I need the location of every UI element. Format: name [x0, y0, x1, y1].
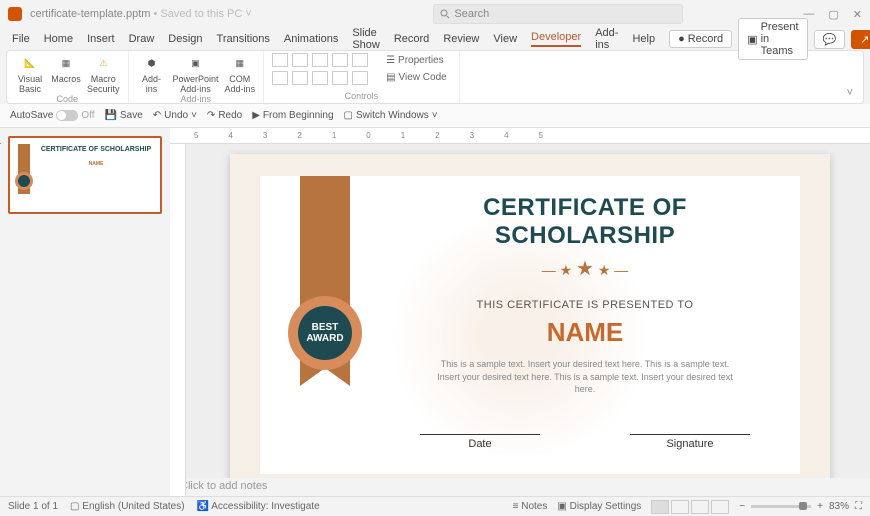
- switch-windows-button[interactable]: ▢ Switch Windows ˅: [344, 110, 438, 121]
- horizontal-ruler: 54321012345: [170, 128, 870, 144]
- tab-design[interactable]: Design: [168, 33, 202, 45]
- tab-record[interactable]: Record: [394, 33, 429, 45]
- tab-addins[interactable]: Add-ins: [595, 27, 618, 51]
- zoom-control[interactable]: − + 83% ⛶: [739, 501, 862, 512]
- ribbon-badge: BESTAWARD: [290, 176, 360, 386]
- view-buttons[interactable]: [651, 500, 729, 514]
- ppt-addins-icon: ▣: [186, 53, 206, 73]
- slide[interactable]: BESTAWARD CERTIFICATE OF SCHOLARSHIP — ★…: [230, 154, 830, 478]
- macro-security-button[interactable]: ⚠Macro Security: [87, 53, 120, 94]
- tab-draw[interactable]: Draw: [129, 33, 155, 45]
- tab-slideshow[interactable]: Slide Show: [352, 27, 380, 51]
- app-icon: [8, 7, 22, 21]
- com-addins-icon: ▦: [230, 53, 250, 73]
- from-beginning-button[interactable]: ▶ From Beginning: [252, 110, 333, 121]
- addins-button[interactable]: ⬢Add- ins: [137, 53, 167, 94]
- undo-button[interactable]: ↶ Undo ˅: [153, 110, 197, 121]
- notes-pane[interactable]: Click to add notes: [170, 478, 870, 496]
- redo-button[interactable]: ↷ Redo: [207, 110, 242, 121]
- workspace: 1 CERTIFICATE OF SCHOLARSHIP NAME 543210…: [0, 128, 870, 496]
- language-button[interactable]: ▢ English (United States): [70, 501, 185, 512]
- save-button[interactable]: 💾 Save: [105, 110, 143, 121]
- addins-icon: ⬢: [142, 53, 162, 73]
- tab-animations[interactable]: Animations: [284, 33, 338, 45]
- slide-counter[interactable]: Slide 1 of 1: [8, 501, 58, 512]
- normal-view-icon[interactable]: [651, 500, 669, 514]
- tab-insert[interactable]: Insert: [87, 33, 115, 45]
- tab-file[interactable]: File: [12, 33, 30, 45]
- cert-subtitle[interactable]: THIS CERTIFICATE IS PRESENTED TO: [410, 299, 760, 311]
- group-label-addins: Add-ins: [137, 94, 256, 106]
- slide-thumbnail[interactable]: CERTIFICATE OF SCHOLARSHIP NAME: [8, 136, 162, 214]
- status-bar: Slide 1 of 1 ▢ English (United States) ♿…: [0, 496, 870, 516]
- ribbon-group-addins: ⬢Add- ins ▣PowerPoint Add-ins ▦COM Add-i…: [129, 51, 265, 103]
- notes-button[interactable]: ≡ Notes: [513, 501, 548, 512]
- sorter-view-icon[interactable]: [671, 500, 689, 514]
- tab-home[interactable]: Home: [44, 33, 73, 45]
- cert-title[interactable]: CERTIFICATE OF SCHOLARSHIP: [410, 194, 760, 250]
- vb-icon: 📐: [20, 53, 40, 73]
- search-icon: [440, 9, 450, 19]
- slide-canvas[interactable]: BESTAWARD CERTIFICATE OF SCHOLARSHIP — ★…: [170, 144, 870, 478]
- vertical-ruler: [170, 144, 186, 496]
- tab-review[interactable]: Review: [443, 33, 479, 45]
- zoom-level[interactable]: 83%: [829, 501, 849, 512]
- group-label-controls: Controls: [272, 91, 451, 103]
- certificate: BESTAWARD CERTIFICATE OF SCHOLARSHIP — ★…: [260, 176, 800, 474]
- ribbon-group-code: 📐Visual Basic ▦Macros ⚠Macro Security Co…: [7, 51, 129, 103]
- document-title[interactable]: certificate-template.pptm • Saved to thi…: [30, 8, 252, 20]
- properties-button[interactable]: ☰ Properties: [382, 53, 451, 68]
- search-box[interactable]: Search: [433, 4, 683, 24]
- comments-button[interactable]: 💬: [814, 30, 846, 49]
- slide-number: 1: [0, 136, 2, 147]
- display-settings-button[interactable]: ▣ Display Settings: [557, 501, 641, 512]
- cert-name[interactable]: NAME: [410, 317, 760, 348]
- quick-access-toolbar: AutoSaveOff 💾 Save ↶ Undo ˅ ↷ Redo ▶ Fro…: [0, 104, 870, 128]
- controls-grid[interactable]: [272, 53, 370, 87]
- present-teams-button[interactable]: ▣ Present in Teams: [738, 18, 807, 60]
- star-divider: — ★ ★ ★ —: [410, 256, 760, 281]
- group-label-code: Code: [15, 94, 120, 106]
- tab-developer[interactable]: Developer: [531, 31, 581, 47]
- tab-help[interactable]: Help: [632, 33, 655, 45]
- tab-view[interactable]: View: [493, 33, 517, 45]
- tab-transitions[interactable]: Transitions: [217, 33, 270, 45]
- view-code-button[interactable]: ▤ View Code: [382, 70, 451, 85]
- zoom-out-icon[interactable]: −: [739, 501, 745, 512]
- date-line[interactable]: Date: [420, 434, 540, 450]
- visual-basic-button[interactable]: 📐Visual Basic: [15, 53, 45, 94]
- macros-icon: ▦: [56, 53, 76, 73]
- ppt-addins-button[interactable]: ▣PowerPoint Add-ins: [173, 53, 219, 94]
- menu-bar: File Home Insert Draw Design Transitions…: [0, 28, 870, 50]
- reading-view-icon[interactable]: [691, 500, 709, 514]
- com-addins-button[interactable]: ▦COM Add-ins: [225, 53, 256, 94]
- thumbnail-pane[interactable]: 1 CERTIFICATE OF SCHOLARSHIP NAME: [0, 128, 170, 496]
- signature-line[interactable]: Signature: [630, 434, 750, 450]
- fit-icon[interactable]: ⛶: [855, 501, 862, 512]
- slide-area: 54321012345 BESTAWARD CERTIFICATE OF SCH…: [170, 128, 870, 496]
- zoom-in-icon[interactable]: +: [817, 501, 823, 512]
- macros-button[interactable]: ▦Macros: [51, 53, 81, 94]
- record-button[interactable]: ● Record: [669, 30, 732, 48]
- collapse-ribbon-button[interactable]: ˅: [837, 83, 863, 103]
- slideshow-view-icon[interactable]: [711, 500, 729, 514]
- accessibility-button[interactable]: ♿ Accessibility: Investigate: [197, 501, 320, 512]
- ribbon-group-controls: ☰ Properties ▤ View Code Controls: [264, 51, 460, 103]
- cert-description[interactable]: This is a sample text. Insert your desir…: [410, 358, 760, 396]
- warning-icon: ⚠: [93, 53, 113, 73]
- share-button[interactable]: ↗ Share: [851, 30, 870, 49]
- autosave-toggle[interactable]: AutoSaveOff: [10, 110, 95, 121]
